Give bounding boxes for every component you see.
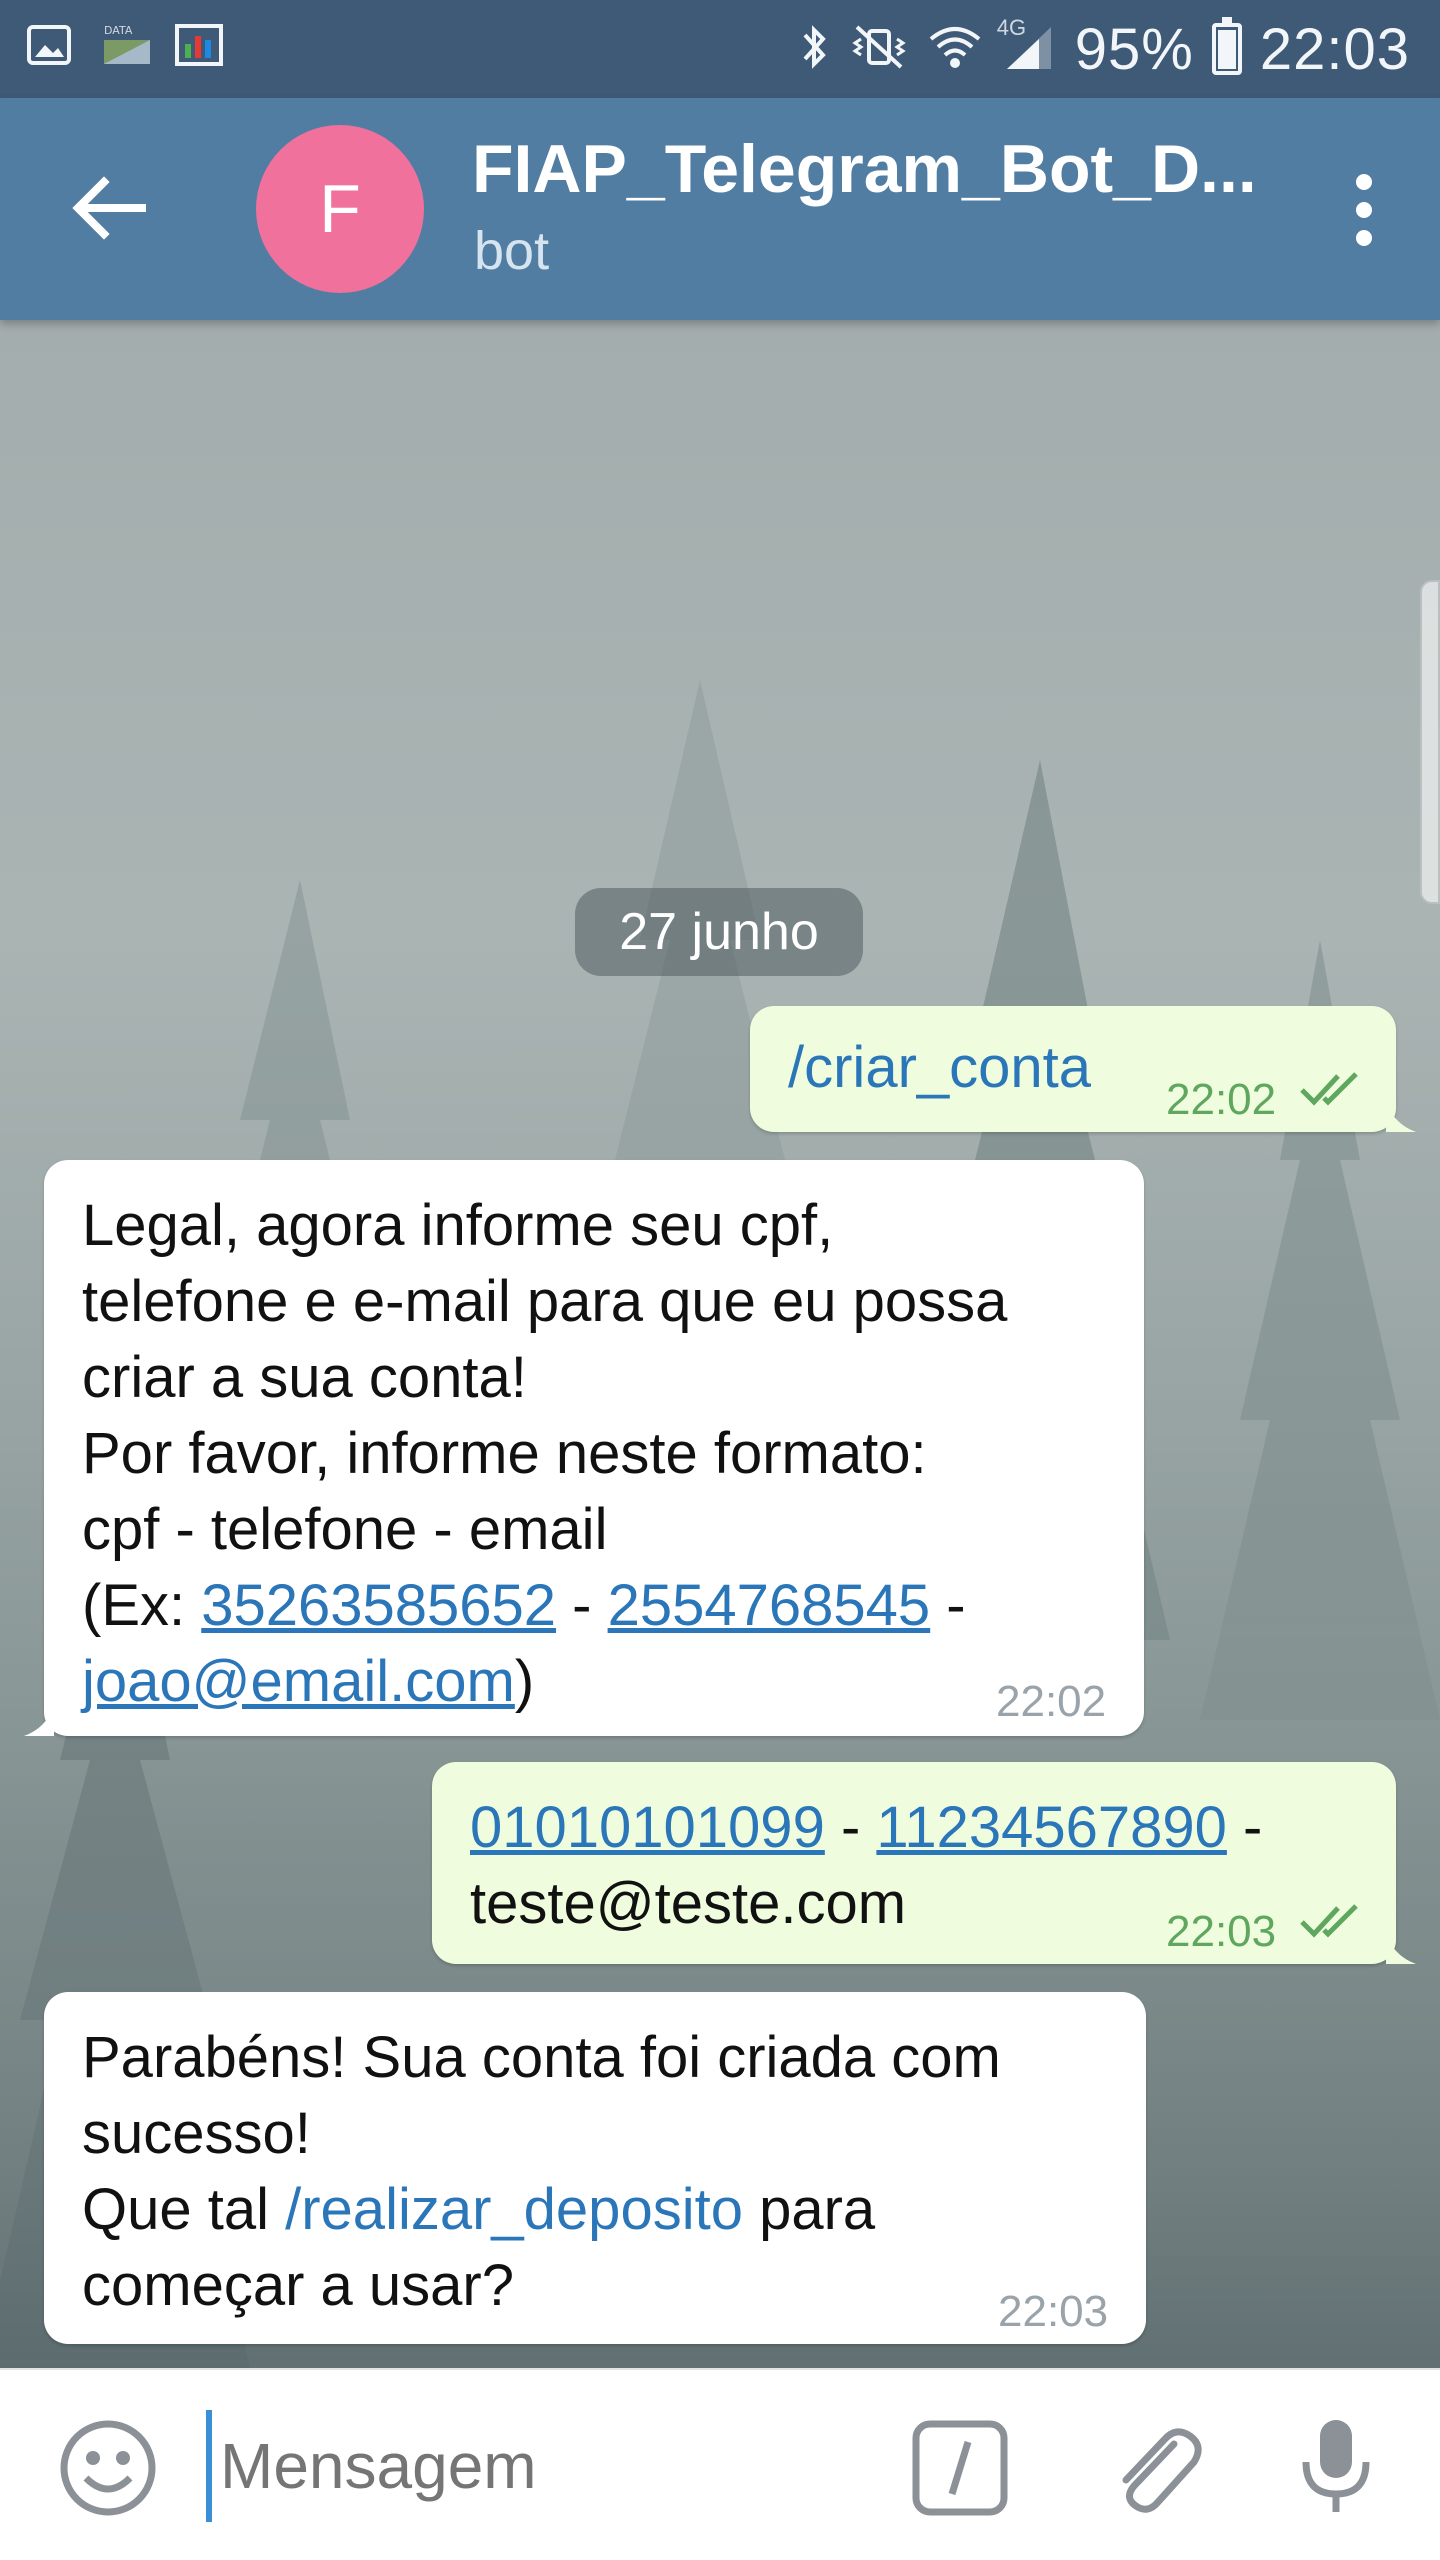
closing-paren: )	[514, 1649, 535, 1714]
emoji-icon	[60, 2420, 156, 2516]
message-line: sucesso!	[82, 2101, 311, 2166]
message-line: Que tal /realizar_deposito para	[82, 2172, 1108, 2248]
message-time: 22:03	[1166, 1907, 1277, 1956]
message-line: criar a sua conta!	[82, 1345, 527, 1410]
read-checkmarks-icon	[1300, 1072, 1358, 1106]
chat-subtitle: bot	[474, 221, 550, 281]
email-link[interactable]: joao@email.com	[82, 1649, 515, 1714]
message-outgoing[interactable]: /criar_conta 22:02	[750, 1006, 1416, 1132]
separator: -	[824, 1795, 877, 1860]
message-time: 22:02	[996, 1677, 1107, 1726]
microphone-icon	[1302, 2420, 1370, 2512]
phone-link[interactable]: 01010101099	[470, 1795, 825, 1860]
separator: -	[556, 1573, 608, 1638]
mobile-signal-icon: 4G	[997, 15, 1057, 78]
phone-link[interactable]: 2554768545	[608, 1573, 931, 1638]
separator: -	[1226, 1795, 1263, 1860]
example-prefix: (Ex:	[82, 1573, 202, 1638]
message-line-email: joao@email.com)	[82, 1644, 1106, 1720]
message-line: cpf - telefone - email	[82, 1497, 608, 1562]
vibrate-mute-icon	[849, 21, 909, 78]
message-incoming[interactable]: Legal, agora informe seu cpf, telefone e…	[24, 1160, 1144, 1736]
bluetooth-icon	[797, 21, 831, 78]
text-segment: para	[742, 2177, 876, 2242]
message-input-bar	[0, 2368, 1440, 2560]
command-link[interactable]: /realizar_deposito	[285, 2177, 743, 2242]
avatar[interactable]: F	[256, 125, 424, 293]
battery-percent: 95%	[1074, 16, 1194, 82]
data-notification-icon: DATA	[100, 22, 150, 68]
status-bar: DATA 4G 95% 22:03	[0, 0, 1440, 98]
message-line: Legal, agora informe seu cpf,	[82, 1193, 834, 1258]
network-type-label: 4G	[996, 14, 1027, 40]
date-label: 27 junho	[619, 903, 819, 961]
more-vert-icon	[1356, 174, 1372, 190]
arrow-back-icon	[72, 176, 146, 240]
bot-commands-button[interactable]	[910, 2418, 1010, 2518]
bubble-tail	[24, 1706, 54, 1736]
separator: -	[930, 1573, 966, 1638]
chart-app-notification-icon	[174, 22, 223, 68]
message-line: Parabéns! Sua conta foi criada com	[82, 2025, 1001, 2090]
date-separator: 27 junho	[575, 888, 863, 976]
bubble-tail	[1386, 1934, 1416, 1964]
message-line-example: (Ex: 35263585652 - 2554768545 -	[82, 1568, 1106, 1644]
message-time: 22:03	[998, 2287, 1109, 2336]
message-line: começar a usar?	[82, 2253, 514, 2318]
paperclip-icon	[1122, 2428, 1202, 2513]
message-line: 01010101099 - 11234567890 -	[470, 1790, 1358, 1866]
status-time: 22:03	[1259, 16, 1410, 82]
avatar-letter: F	[319, 171, 361, 247]
chat-title[interactable]: FIAP_Telegram_Bot_D...	[472, 130, 1252, 208]
bubble-tail	[1386, 1102, 1416, 1132]
chat-header: F FIAP_Telegram_Bot_D... bot	[0, 98, 1440, 320]
emoji-button[interactable]	[58, 2418, 158, 2518]
text-segment: Que tal	[82, 2177, 286, 2242]
message-command-link[interactable]: /criar_conta	[788, 1035, 1091, 1100]
message-outgoing[interactable]: 01010101099 - 11234567890 - teste@teste.…	[432, 1762, 1416, 1964]
voice-record-button[interactable]	[1296, 2414, 1376, 2518]
message-line: Por favor, informe neste formato:	[82, 1421, 927, 1486]
fast-scroll-handle[interactable]	[1420, 580, 1440, 904]
read-checkmarks-icon	[1300, 1904, 1358, 1938]
message-input[interactable]	[206, 2410, 842, 2522]
message-line: telefone e e-mail para que eu possa	[82, 1269, 1008, 1334]
more-options-button[interactable]	[1324, 160, 1404, 260]
attach-button[interactable]	[1104, 2414, 1204, 2518]
message-time: 22:02	[1166, 1075, 1277, 1124]
gallery-notification-icon	[26, 22, 72, 68]
telegram-chat-screen: DATA 4G 95% 22:03 F FIAP_Telegram_Bot_D.…	[0, 0, 1440, 2560]
phone-link[interactable]: 35263585652	[201, 1573, 556, 1638]
message-incoming[interactable]: Parabéns! Sua conta foi criada com suces…	[44, 1992, 1146, 2344]
back-button[interactable]	[60, 158, 160, 258]
phone-link[interactable]: 11234567890	[876, 1795, 1227, 1860]
svg-text:DATA: DATA	[104, 24, 133, 37]
slash-command-icon	[912, 2420, 1008, 2516]
wifi-icon	[927, 21, 983, 78]
battery-icon	[1211, 17, 1242, 75]
